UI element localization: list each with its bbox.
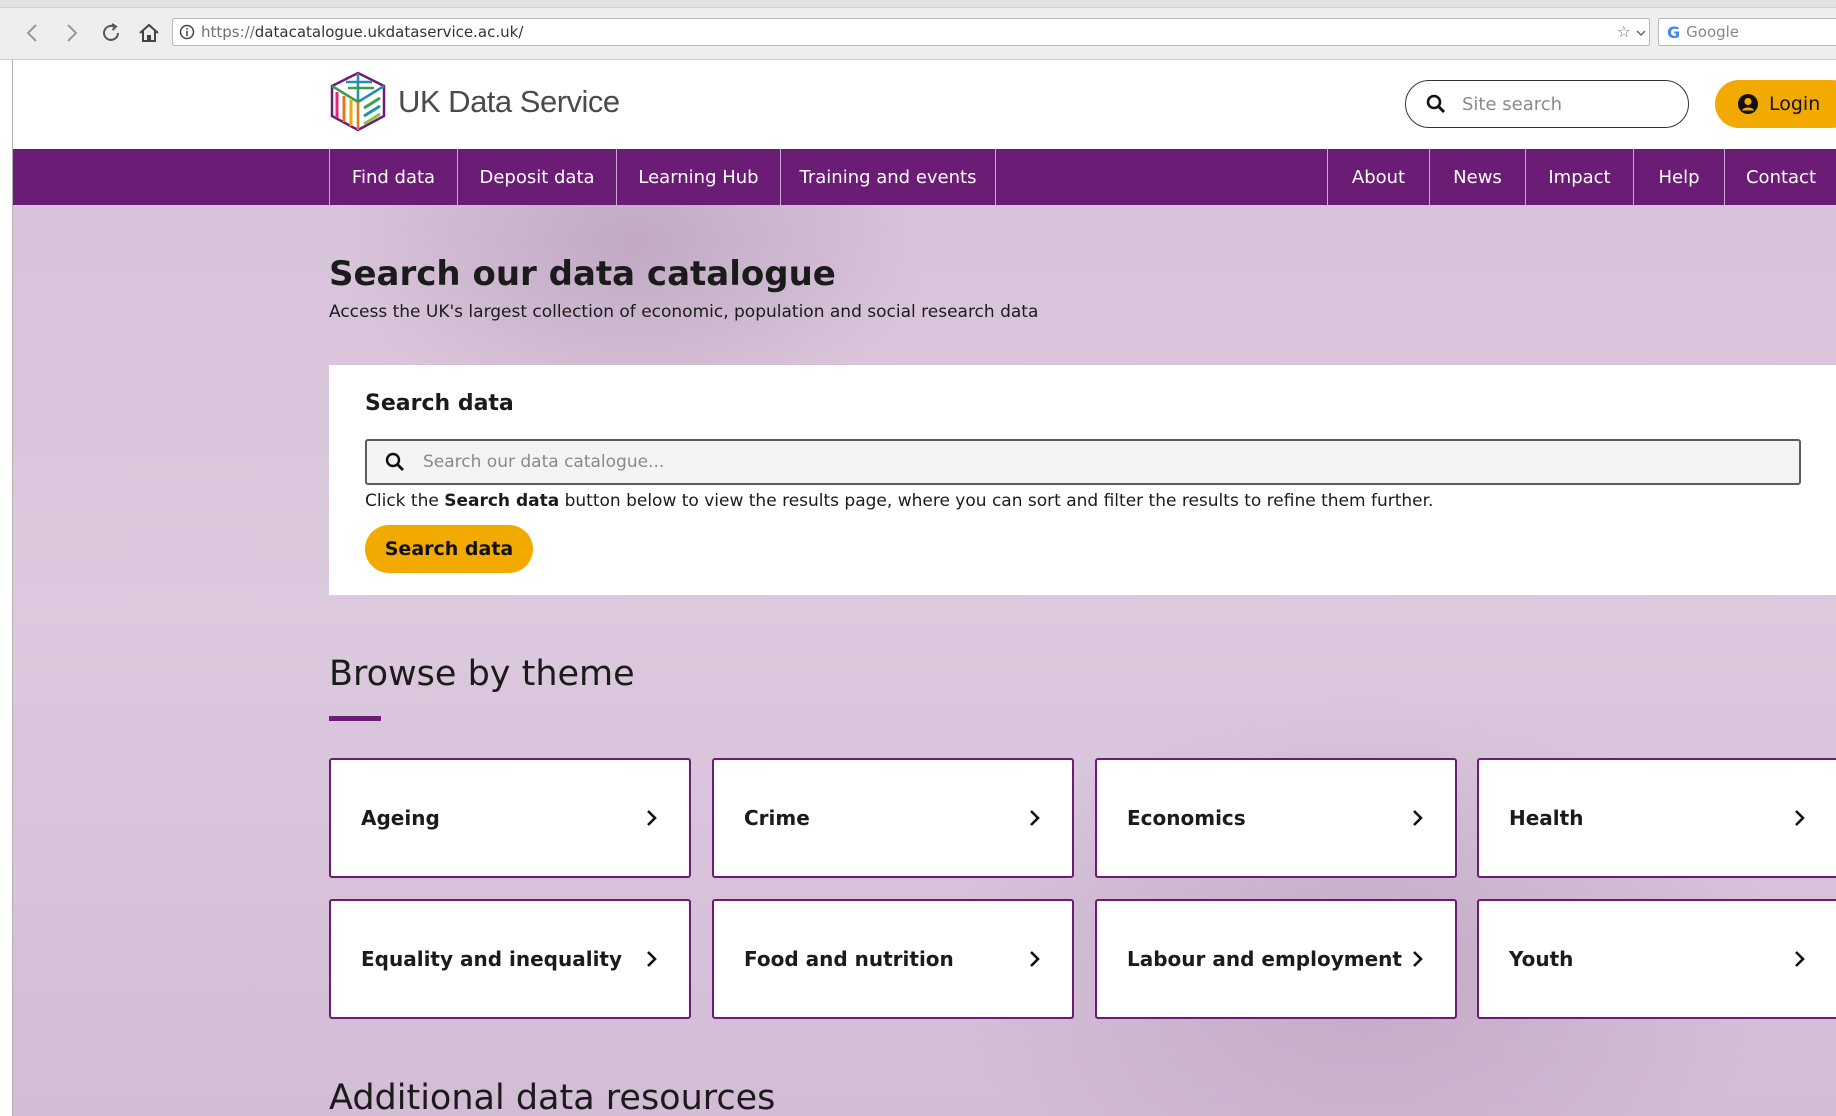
home-icon (139, 23, 159, 42)
chevron-right-icon (67, 24, 78, 42)
theme-label: Food and nutrition (744, 947, 954, 971)
url-domain: datacatalogue.ukdataservice.ac.uk/ (254, 23, 524, 41)
nav-find-data[interactable]: Find data (329, 149, 457, 205)
chevron-right-icon (1030, 810, 1040, 826)
url-text: https://datacatalogue.ukdataservice.ac.u… (201, 23, 523, 41)
site-header: UK Data Service Login (13, 60, 1836, 149)
search-data-button[interactable]: Search data (365, 525, 533, 573)
search-hint-after: button below to view the results page, w… (559, 491, 1434, 511)
window-top-border (0, 0, 1836, 8)
nav-news[interactable]: News (1429, 149, 1525, 205)
nav-contact[interactable]: Contact (1724, 149, 1836, 205)
browser-search-engine-label: Google (1686, 23, 1740, 41)
theme-card-youth[interactable]: Youth (1477, 899, 1836, 1019)
reload-button[interactable] (94, 16, 128, 50)
search-hint: Click the Search data button below to vi… (365, 491, 1433, 511)
bookmark-star-icon[interactable]: ☆ (1617, 22, 1631, 41)
address-bar[interactable]: https://datacatalogue.ukdataservice.ac.u… (172, 18, 1650, 46)
theme-label: Crime (744, 806, 810, 830)
site-logo[interactable]: UK Data Service (328, 70, 620, 134)
page-title: Search our data catalogue (329, 254, 836, 294)
nav-about[interactable]: About (1327, 149, 1429, 205)
nav-training-and-events[interactable]: Training and events (780, 149, 996, 205)
search-hint-before: Click the (365, 491, 445, 511)
theme-card-labour-and-employment[interactable]: Labour and employment (1095, 899, 1457, 1019)
main-navigation: Find data Deposit data Learning Hub Trai… (13, 149, 1836, 205)
logo-cube-icon (330, 71, 386, 132)
theme-label: Economics (1127, 806, 1246, 830)
browser-search-box[interactable]: G Google (1658, 18, 1836, 46)
theme-label: Labour and employment (1127, 947, 1402, 971)
nav-help[interactable]: Help (1633, 149, 1724, 205)
search-data-card: Search data Click the Search data button… (329, 365, 1836, 595)
theme-label: Ageing (361, 806, 440, 830)
chevron-right-icon (1795, 951, 1805, 967)
theme-card-equality-and-inequality[interactable]: Equality and inequality (329, 899, 691, 1019)
page-viewport: UK Data Service Login Find data Deposit … (12, 60, 1836, 1116)
back-button[interactable] (16, 16, 50, 50)
heading-underline (329, 716, 381, 721)
chevron-right-icon (1413, 951, 1423, 967)
chevron-left-icon (26, 24, 37, 42)
page-subtitle: Access the UK's largest collection of ec… (329, 302, 1039, 322)
login-button[interactable]: Login (1715, 80, 1836, 128)
search-hint-bold: Search data (444, 491, 560, 511)
theme-card-health[interactable]: Health (1477, 758, 1836, 878)
home-button[interactable] (132, 16, 166, 50)
site-search[interactable] (1405, 80, 1689, 128)
url-protocol: https:// (201, 23, 255, 41)
additional-data-resources-heading: Additional data resources (329, 1078, 776, 1116)
chevron-right-icon (1795, 810, 1805, 826)
nav-impact[interactable]: Impact (1525, 149, 1633, 205)
theme-card-food-and-nutrition[interactable]: Food and nutrition (712, 899, 1074, 1019)
theme-card-ageing[interactable]: Ageing (329, 758, 691, 878)
chevron-right-icon (647, 951, 657, 967)
theme-label: Equality and inequality (361, 947, 623, 971)
chevron-right-icon (1030, 951, 1040, 967)
reload-icon (103, 23, 119, 41)
catalogue-search[interactable] (365, 439, 1801, 485)
browse-by-theme-heading: Browse by theme (329, 654, 635, 694)
user-icon (1738, 94, 1758, 114)
forward-button[interactable] (54, 16, 88, 50)
search-icon (385, 452, 404, 471)
nav-deposit-data[interactable]: Deposit data (457, 149, 616, 205)
site-info-icon[interactable] (173, 24, 201, 40)
chevron-down-icon[interactable] (1635, 25, 1647, 43)
browser-toolbar: https://datacatalogue.ukdataservice.ac.u… (0, 0, 1836, 60)
login-label: Login (1769, 93, 1821, 115)
theme-label: Youth (1509, 947, 1574, 971)
theme-label: Health (1509, 806, 1584, 830)
nav-learning-hub[interactable]: Learning Hub (616, 149, 780, 205)
search-icon (1426, 94, 1446, 114)
logo-text: UK Data Service (398, 84, 620, 119)
google-icon: G (1667, 22, 1681, 42)
catalogue-search-input[interactable] (421, 451, 1721, 473)
site-search-input[interactable] (1460, 92, 1660, 116)
chevron-right-icon (1413, 810, 1423, 826)
search-card-title: Search data (365, 391, 514, 416)
chevron-right-icon (647, 810, 657, 826)
theme-card-crime[interactable]: Crime (712, 758, 1074, 878)
theme-card-economics[interactable]: Economics (1095, 758, 1457, 878)
